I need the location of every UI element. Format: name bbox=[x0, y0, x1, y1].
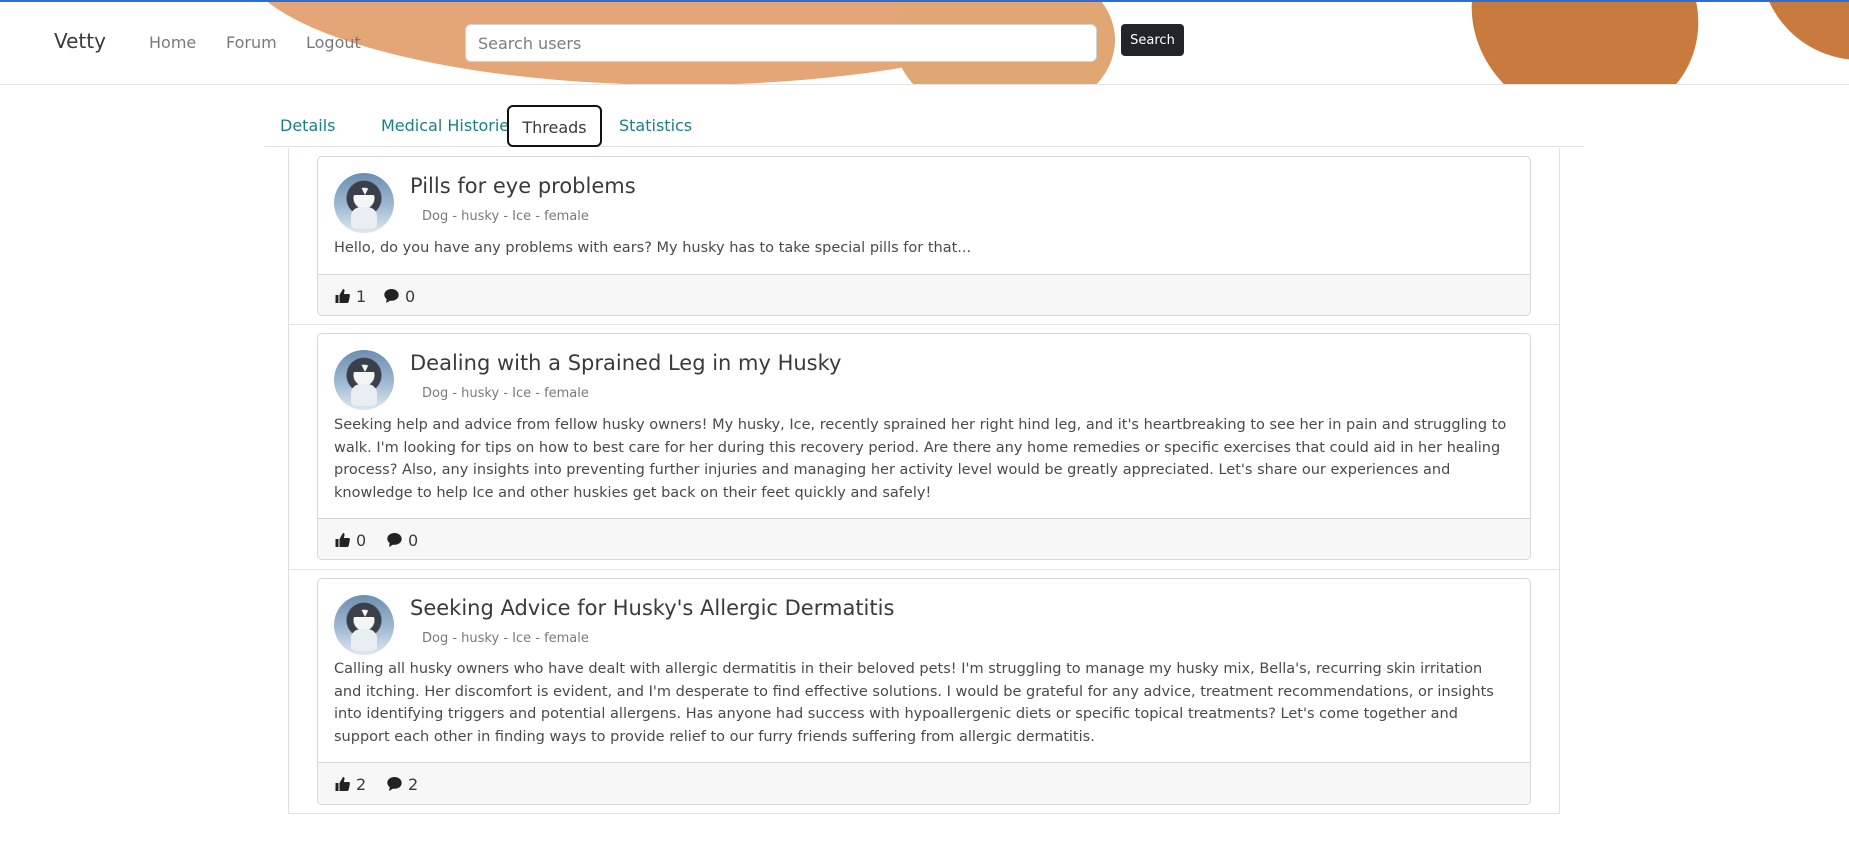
thread-footer: 2 2 bbox=[318, 762, 1530, 804]
pet-avatar bbox=[334, 595, 394, 655]
search-users-input[interactable] bbox=[465, 24, 1097, 62]
thread-list: Pills for eye problems Dog - husky - Ice… bbox=[288, 148, 1560, 814]
comment-count: 2 bbox=[408, 774, 419, 794]
like-button[interactable]: 1 bbox=[334, 286, 366, 306]
profile-tabs: Details Medical Histories Threads Statis… bbox=[264, 105, 1584, 147]
like-count: 1 bbox=[356, 286, 367, 306]
nav-link-home[interactable]: Home bbox=[149, 33, 196, 52]
nav-link-forum[interactable]: Forum bbox=[226, 33, 277, 52]
thumbs-up-icon bbox=[335, 289, 350, 303]
tab-details[interactable]: Details bbox=[264, 105, 351, 147]
like-count: 0 bbox=[356, 530, 367, 550]
thumbs-up-icon bbox=[335, 777, 350, 791]
tab-threads[interactable]: Threads bbox=[507, 105, 602, 147]
decorative-blob bbox=[1760, 0, 1849, 60]
comment-button[interactable]: 0 bbox=[383, 286, 415, 306]
thread-pet-info: Dog - husky - Ice - female bbox=[422, 386, 589, 401]
thread-title[interactable]: Seeking Advice for Husky's Allergic Derm… bbox=[410, 596, 894, 620]
thumbs-up-icon bbox=[335, 533, 350, 547]
navbar: Vetty Home Forum Logout Search bbox=[0, 0, 1849, 85]
thread-footer: 0 0 bbox=[318, 518, 1530, 559]
thread-card[interactable]: Dealing with a Sprained Leg in my Husky … bbox=[317, 333, 1531, 560]
comment-count: 0 bbox=[405, 286, 416, 306]
pet-avatar bbox=[334, 173, 394, 233]
like-button[interactable]: 2 bbox=[334, 774, 366, 794]
comment-icon bbox=[387, 777, 402, 791]
thread-divider bbox=[289, 324, 1559, 325]
thread-content: Seeking help and advice from fellow husk… bbox=[334, 417, 1507, 501]
thread-pet-info: Dog - husky - Ice - female bbox=[422, 209, 589, 224]
thread-divider bbox=[289, 569, 1559, 570]
search-button[interactable]: Search bbox=[1121, 24, 1184, 56]
top-accent-line bbox=[0, 0, 1849, 2]
comment-icon bbox=[384, 289, 399, 303]
thread-content: Hello, do you have any problems with ear… bbox=[334, 240, 972, 256]
thread-card[interactable]: Pills for eye problems Dog - husky - Ice… bbox=[317, 156, 1531, 316]
tab-statistics[interactable]: Statistics bbox=[603, 105, 708, 147]
nav-link-logout[interactable]: Logout bbox=[306, 33, 361, 52]
thread-footer: 1 0 bbox=[318, 274, 1530, 315]
like-button[interactable]: 0 bbox=[334, 530, 366, 550]
thread-title[interactable]: Pills for eye problems bbox=[410, 174, 636, 198]
decorative-blob bbox=[1436, 0, 1734, 84]
comment-button[interactable]: 2 bbox=[386, 774, 418, 794]
comment-icon bbox=[387, 533, 402, 547]
thread-pet-info: Dog - husky - Ice - female bbox=[422, 631, 589, 646]
comment-button[interactable]: 0 bbox=[386, 530, 418, 550]
thread-title[interactable]: Dealing with a Sprained Leg in my Husky bbox=[410, 351, 841, 375]
pet-avatar bbox=[334, 350, 394, 410]
thread-card[interactable]: Seeking Advice for Husky's Allergic Derm… bbox=[317, 578, 1531, 805]
thread-content: Calling all husky owners who have dealt … bbox=[334, 661, 1494, 745]
brand-logo[interactable]: Vetty bbox=[54, 29, 106, 53]
like-count: 2 bbox=[356, 774, 367, 794]
comment-count: 0 bbox=[408, 530, 419, 550]
